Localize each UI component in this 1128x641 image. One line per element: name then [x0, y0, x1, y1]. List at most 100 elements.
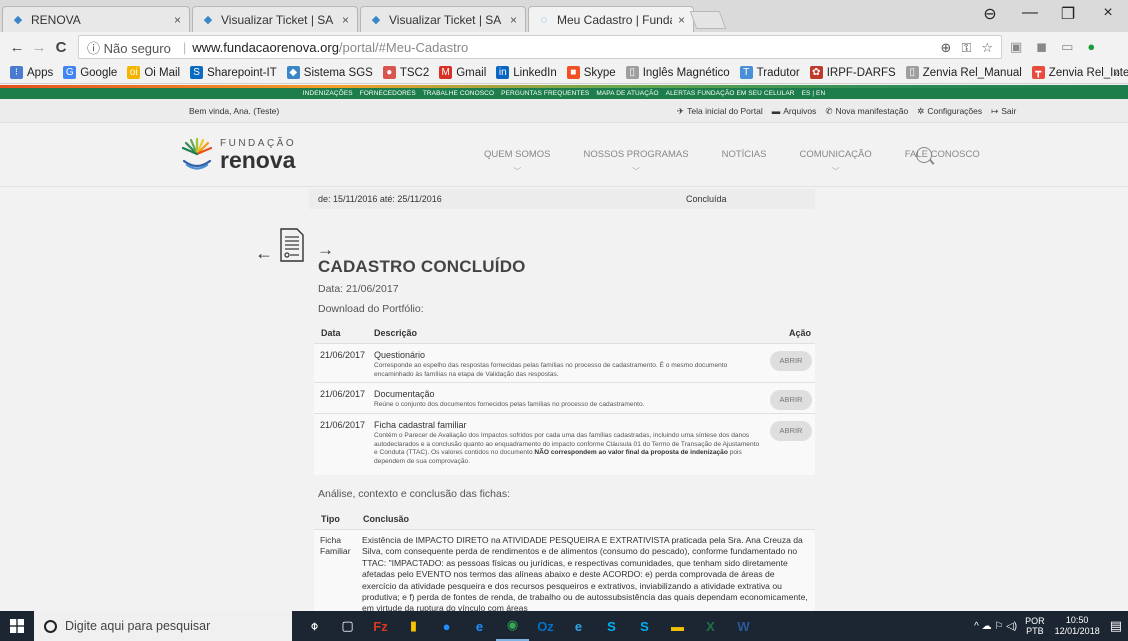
notification-icon[interactable]: ▤ [1110, 618, 1122, 634]
taskbar-app-icon[interactable]: S [628, 611, 661, 641]
extension-icon[interactable]: ▣ [1010, 39, 1022, 55]
language-indicator[interactable]: POR PTB [1025, 616, 1045, 636]
download-label: Download do Portfólio: [318, 303, 424, 315]
bookmark-item[interactable]: oi Oi Mail [127, 66, 180, 79]
bookmark-label: Zenvia Rel_Manual [922, 66, 1022, 79]
abrir-ficha-button[interactable]: ABRIR [770, 421, 812, 441]
minimize-button[interactable]: — [1015, 4, 1045, 22]
column-type: Tipo [321, 514, 340, 524]
bookmark-item[interactable]: ▯ Inglês Magnético [625, 66, 730, 79]
user-link[interactable]: ▬ Arquivos [772, 106, 817, 117]
tray-icons[interactable]: ^ ☁ ⚐ ◁) [974, 621, 1017, 632]
zoom-icon[interactable]: ⊕ [941, 40, 952, 56]
browser-toolbar: ← → C ⓘ Não seguro | www.fundacaorenova.… [0, 32, 1128, 62]
abrir-questionario-button[interactable]: ABRIR [770, 351, 812, 371]
taskbar-app-icon[interactable]: ▬ [661, 611, 694, 641]
bookmark-item[interactable]: T Tradutor [739, 66, 800, 79]
close-icon[interactable]: × [678, 13, 685, 27]
user-link-label: Nova manifestação [835, 106, 909, 116]
close-icon[interactable]: × [510, 13, 517, 27]
tab-ticket-1[interactable]: ◆ Visualizar Ticket | SA Info × [192, 6, 358, 32]
bookmarks-overflow-button[interactable]: » [1113, 66, 1120, 80]
bookmark-item[interactable]: ✿ IRPF-DARFS [809, 66, 896, 79]
portfolio-table: Data Descrição Ação 21/06/2017 Questioná… [314, 323, 815, 475]
user-link[interactable]: ✆ Nova manifestação [825, 106, 908, 117]
welcome-text: Bem vinda, Ana. (Teste) [189, 106, 280, 116]
taskbar-app-icon[interactable]: W [727, 611, 760, 641]
column-conclusion: Conclusão [363, 514, 410, 524]
bookmark-item[interactable]: ◆ Sistema SGS [286, 66, 373, 79]
address-bar[interactable]: ⓘ Não seguro | www.fundacaorenova.org /p… [78, 35, 1002, 59]
top-nav-link[interactable]: ALERTAS FUNDAÇÃO EM SEU CELULAR [666, 90, 795, 97]
profile-icon[interactable]: ⊖ [975, 4, 1005, 24]
taskbar-search-input[interactable]: Digite aqui para pesquisar [34, 611, 292, 641]
back-button[interactable]: ← [6, 39, 28, 56]
url-path: /portal/#Meu-Cadastro [338, 39, 469, 55]
taskbar-app-icon[interactable]: ▮ [397, 611, 430, 641]
site-top-navigation: INDENIZAÇÕES FORNECEDORES TRABALHE CONOSCO… [0, 85, 1128, 99]
main-nav-item[interactable]: QUEM SOMOS ﹀ [484, 149, 551, 177]
bookmark-item[interactable]: ▯ Zenvia Rel_Manual [905, 66, 1022, 79]
close-icon[interactable]: × [342, 13, 349, 27]
clock[interactable]: 10:50 12/01/2018 [1055, 615, 1100, 637]
system-tray: ^ ☁ ⚐ ◁) POR PTB 10:50 12/01/2018 ▤ [974, 611, 1128, 641]
bookmark-item[interactable]: S Sharepoint-IT [190, 66, 277, 79]
tab-ticket-2[interactable]: ◆ Visualizar Ticket | SA Info × [360, 6, 526, 32]
star-icon[interactable]: ☆ [981, 40, 993, 56]
taskbar-app-icon[interactable]: ● [430, 611, 463, 641]
top-nav-link[interactable]: ES | EN [802, 90, 826, 97]
taskbar-app-icon[interactable]: Fz [364, 611, 397, 641]
cortana-icon [44, 619, 57, 633]
abrir-documentacao-button[interactable]: ABRIR [770, 390, 812, 410]
start-button[interactable] [0, 611, 34, 641]
main-nav-item[interactable]: NOSSOS PROGRAMAS ﹀ [584, 149, 689, 177]
search-icon[interactable] [916, 147, 932, 163]
bookmark-item[interactable]: ⁝ Apps [10, 66, 53, 79]
taskbar-app-icon[interactable]: X [694, 611, 727, 641]
top-nav-link[interactable]: INDENIZAÇÕES [303, 90, 353, 97]
main-nav-item[interactable]: NOTÍCIAS [722, 149, 767, 177]
extension-icon[interactable]: ◼ [1036, 39, 1047, 55]
extension-green-icon[interactable]: ● [1087, 39, 1095, 55]
close-window-button[interactable]: × [1093, 4, 1123, 22]
tab-renova[interactable]: ◆ RENOVA × [2, 6, 190, 32]
top-nav-link[interactable]: TRABALHE CONOSCO [423, 90, 494, 97]
new-tab-button[interactable] [689, 11, 727, 29]
user-link-icon: ✈ [677, 106, 685, 116]
maximize-button[interactable]: ❐ [1053, 4, 1083, 24]
forward-button[interactable]: → [28, 39, 50, 56]
user-link[interactable]: ✲ Configurações [917, 106, 982, 117]
taskbar-app-icon[interactable]: Oz [529, 611, 562, 641]
taskbar-app-icon[interactable]: e [562, 611, 595, 641]
main-nav-label: NOSSOS PROGRAMAS [583, 149, 689, 160]
taskbar-app-icon[interactable]: ◉ [496, 611, 529, 641]
tab-meu-cadastro[interactable]: ◌ Meu Cadastro | Fundação × [528, 6, 694, 32]
bookmark-item[interactable]: G Google [63, 66, 117, 79]
bookmark-item[interactable]: ■ Skype [566, 66, 616, 79]
security-indicator[interactable]: ⓘ Não seguro [87, 38, 171, 57]
user-link[interactable]: ✈ Tela inicial do Portal [677, 106, 763, 117]
bookmark-item[interactable]: ● TSC2 [382, 66, 429, 79]
bookmark-icon: ✿ [809, 66, 823, 79]
bookmark-icon: ▯ [625, 66, 639, 79]
taskbar-app-icon[interactable]: e [463, 611, 496, 641]
taskbar-app-icon[interactable]: S [595, 611, 628, 641]
taskbar-app-icon[interactable]: ⌽ [298, 611, 331, 641]
reload-button[interactable]: C [50, 39, 72, 56]
row-title: Documentação [374, 389, 435, 399]
lang-top: POR [1025, 616, 1045, 626]
user-link[interactable]: ↦ Sair [991, 106, 1016, 117]
fundacao-renova-logo[interactable]: FUNDAÇÃO renova [180, 137, 296, 171]
extension-icon[interactable]: ▭ [1061, 39, 1073, 55]
row-type: Ficha Familiar [320, 535, 351, 557]
top-nav-link[interactable]: FORNECEDORES [360, 90, 416, 97]
bookmark-item[interactable]: M Gmail [439, 66, 486, 79]
bookmark-item[interactable]: in LinkedIn [496, 66, 557, 79]
tab-label: Visualizar Ticket | SA Info [221, 12, 336, 27]
key-icon[interactable]: ⚿ [961, 40, 971, 56]
top-nav-link[interactable]: MAPA DE ATUAÇÃO [596, 90, 658, 97]
close-icon[interactable]: × [174, 13, 181, 27]
taskbar-app-icon[interactable]: ▢ [331, 611, 364, 641]
main-nav-item[interactable]: COMUNICAÇÃO ﹀ [799, 149, 871, 177]
top-nav-link[interactable]: PERGUNTAS FREQUENTES [501, 90, 589, 97]
